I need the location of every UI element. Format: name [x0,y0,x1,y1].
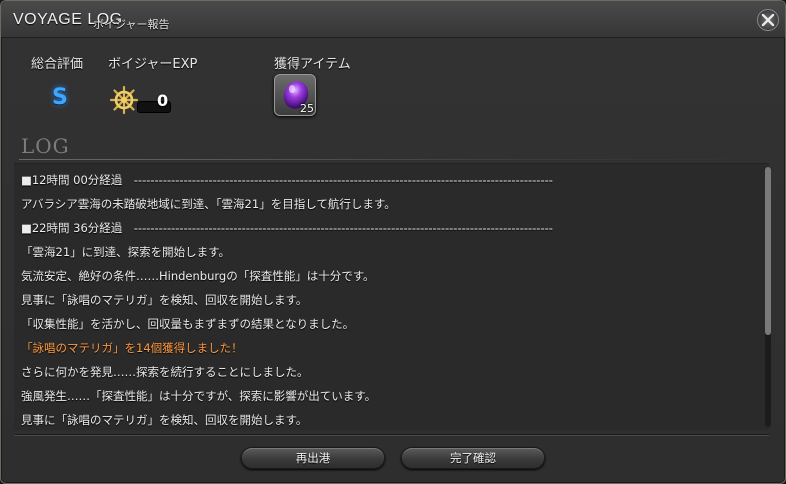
close-icon [761,13,775,27]
log-line: 見事に「詠唱のマテリガ」を検知、回収を開始します。 [21,293,308,307]
title-bar[interactable]: VOYAGE LOG ボイジャー報告 [1,1,785,38]
rating-grade: S [52,85,68,110]
log-line: 「収集性能」を活かし、回収量もまずまずの結果となりました。 [21,317,355,331]
log-line: ■22時間 36分経過 ----------------------------… [21,221,553,235]
log-list[interactable]: ■12時間 00分経過 ----------------------------… [14,163,769,430]
log-line: 気流安定、絶好の条件……Hindenburgの「探査性能」は十分です。 [21,269,375,283]
log-line: 強風発生……「探査性能」は十分ですが、探索に影響が出ています。 [21,389,377,403]
redeploy-button[interactable]: 再出港 [241,447,385,469]
log-heading: LOG [21,134,70,158]
log-line: ■12時間 00分経過 ----------------------------… [21,173,553,187]
log-line: アバラシア雲海の未踏破地域に到達、「雲海21」を目指して航行します。 [21,197,396,211]
item-slot[interactable]: 25 [274,74,316,116]
log-heading-divider [19,159,771,160]
exp-value: 0 [157,91,169,110]
log-scrollbar[interactable] [765,167,771,427]
log-line: 見事に「詠唱のマテリガ」を検知、回収を開始します。 [21,413,308,427]
log-line: 「雲海21」に到達、探索を開始します。 [21,245,230,259]
item-count: 25 [300,102,314,115]
voyage-log-window: VOYAGE LOG ボイジャー報告 総合評価 S ボイジャーEXP 0 獲得ア… [0,0,786,484]
log-line-highlight: 「詠唱のマテリガ」を14個獲得しました！ [21,341,243,355]
confirm-button[interactable]: 完了確認 [401,447,545,469]
rating-label: 総合評価 [31,57,84,72]
ship-wheel-icon [109,85,139,115]
log-line: さらに何かを発見……探索を続行することにしました。 [21,365,309,379]
window-subtitle: ボイジャー報告 [93,18,170,31]
items-label: 獲得アイテム [274,57,351,72]
log-scroll-thumb[interactable] [765,167,771,335]
exp-label: ボイジャーEXP [108,57,198,72]
close-button[interactable] [757,9,779,31]
footer-divider [14,434,769,435]
